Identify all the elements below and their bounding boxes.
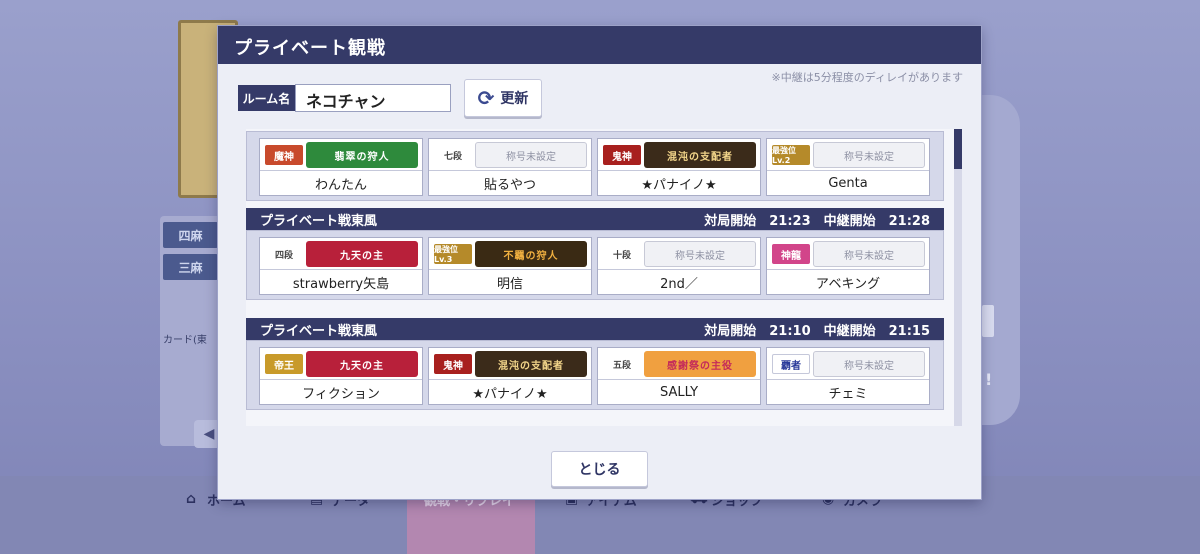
player-slot: 覇者 称号未設定 チェミ (766, 347, 930, 405)
match-info: 対局開始 21:10 中継開始 21:15 (704, 323, 930, 339)
player-slot: 七段 称号未設定 貼るやつ (428, 138, 592, 196)
player-slot: 魔神 翡翠の狩人 わんたん (259, 138, 423, 196)
mode-yonma: 四麻 (163, 222, 218, 248)
rank-badge: 鬼神 (603, 145, 641, 165)
rank-badge: 覇者 (772, 354, 810, 374)
player-name: Genta (828, 175, 868, 191)
player-name: わんたん (314, 177, 367, 193)
title-badge: 称号未設定 (475, 142, 587, 168)
player-name: 明信 (496, 276, 523, 292)
title-badge: 称号未設定 (813, 241, 925, 267)
scrollbar-thumb[interactable] (954, 129, 962, 169)
player-name: strawberry矢島 (292, 276, 390, 292)
player-slot: 帝王 九天の主 フィクション (259, 347, 423, 405)
modal-title: プライベート観戦 (234, 38, 386, 59)
player-name: ★パナイノ★ (472, 386, 548, 402)
modal-header: プライベート観戦 (218, 26, 981, 64)
player-name: アベキング (815, 276, 881, 292)
player-slot: 最強位Lv.3 不羈の狩人 明信 (428, 237, 592, 295)
match-list[interactable]: 魔神 翡翠の狩人 わんたん 七段 称号未設定 貼るやつ 鬼神 混沌の支配者 ★パナイノ… (246, 129, 962, 426)
match-players: 帝王 九天の主 フィクション 鬼神 混沌の支配者 ★パナイノ★ 五段 感謝祭の主役 S… (246, 340, 944, 410)
match-mode: プライベート戦東風 (260, 323, 378, 339)
rank-badge: 最強位Lv.2 (772, 145, 810, 165)
refresh-button[interactable]: ⟳ 更新 (464, 79, 542, 117)
rank-badge: 神龍 (772, 244, 810, 264)
room-name-input[interactable]: ネコチャン (295, 84, 451, 112)
right-panel-tab (982, 305, 994, 337)
player-slot: 五段 感謝祭の主役 SALLY (597, 347, 761, 405)
room-name-label: ルーム名 (238, 85, 295, 111)
title-badge: 九天の主 (306, 351, 418, 377)
rank-badge: 十段 (612, 250, 631, 261)
rank-badge: 帝王 (265, 354, 303, 374)
title-badge: 称号未設定 (644, 241, 756, 267)
player-name: チェミ (828, 386, 868, 402)
title-badge: 不羈の狩人 (475, 241, 587, 267)
title-badge: 混沌の支配者 (644, 142, 756, 168)
home-icon: ⌂ (186, 491, 197, 507)
mode-sanma: 三麻 (163, 254, 218, 280)
match-info: 対局開始 21:23 中継開始 21:28 (704, 213, 930, 229)
player-slot: 神龍 称号未設定 アベキング (766, 237, 930, 295)
rank-badge: 魔神 (265, 145, 303, 165)
title-badge: 感謝祭の主役 (644, 351, 756, 377)
match-header: プライベート戦東風 対局開始 21:23 中継開始 21:28 (246, 208, 944, 230)
private-spectate-modal: プライベート観戦 ※中継は5分程度のディレイがあります ルーム名 ネコチャン ⟳… (218, 26, 981, 499)
title-badge: 翡翠の狩人 (306, 142, 418, 168)
rank-badge: 鬼神 (434, 354, 472, 374)
title-badge: 混沌の支配者 (475, 351, 587, 377)
player-slot: 鬼神 混沌の支配者 ★パナイノ★ (597, 138, 761, 196)
player-slot: 四段 九天の主 strawberry矢島 (259, 237, 423, 295)
title-badge: 称号未設定 (813, 142, 925, 168)
rank-badge: 最強位Lv.3 (434, 244, 472, 264)
player-name: ★パナイノ★ (641, 177, 717, 193)
card-label: カード(東 (163, 335, 207, 346)
match-players: 四段 九天の主 strawberry矢島 最強位Lv.3 不羈の狩人 明信 十段 称号… (246, 230, 944, 300)
close-button[interactable]: とじる (551, 451, 648, 487)
rank-badge: 四段 (274, 250, 293, 261)
match-header: プライベート戦東風 対局開始 21:10 中継開始 21:15 (246, 318, 944, 340)
player-name: 2nd／ (660, 276, 698, 292)
right-panel-mark: ! (985, 370, 993, 389)
match-card[interactable]: プライベート戦東風 対局開始 21:10 中継開始 21:15 帝王 九天の主 フ… (246, 318, 944, 410)
player-slot: 鬼神 混沌の支配者 ★パナイノ★ (428, 347, 592, 405)
match-mode: プライベート戦東風 (260, 213, 378, 229)
refresh-icon: ⟳ (477, 86, 495, 110)
match-players: 魔神 翡翠の狩人 わんたん 七段 称号未設定 貼るやつ 鬼神 混沌の支配者 ★パナイノ… (246, 131, 944, 201)
refresh-label: 更新 (500, 91, 529, 107)
title-badge: 称号未設定 (813, 351, 925, 377)
rank-badge: 七段 (443, 151, 462, 162)
match-card[interactable]: 魔神 翡翠の狩人 わんたん 七段 称号未設定 貼るやつ 鬼神 混沌の支配者 ★パナイノ… (246, 129, 944, 201)
player-name: フィクション (302, 386, 380, 402)
player-slot: 最強位Lv.2 称号未設定 Genta (766, 138, 930, 196)
delay-note: ※中継は5分程度のディレイがあります (771, 71, 963, 84)
player-name: 貼るやつ (483, 177, 536, 193)
title-badge: 九天の主 (306, 241, 418, 267)
scrollbar-track[interactable] (954, 129, 962, 426)
player-name: SALLY (659, 384, 699, 400)
match-card[interactable]: プライベート戦東風 対局開始 21:23 中継開始 21:28 四段 九天の主 s… (246, 208, 944, 300)
player-slot: 十段 称号未設定 2nd／ (597, 237, 761, 295)
rank-badge: 五段 (612, 360, 631, 371)
